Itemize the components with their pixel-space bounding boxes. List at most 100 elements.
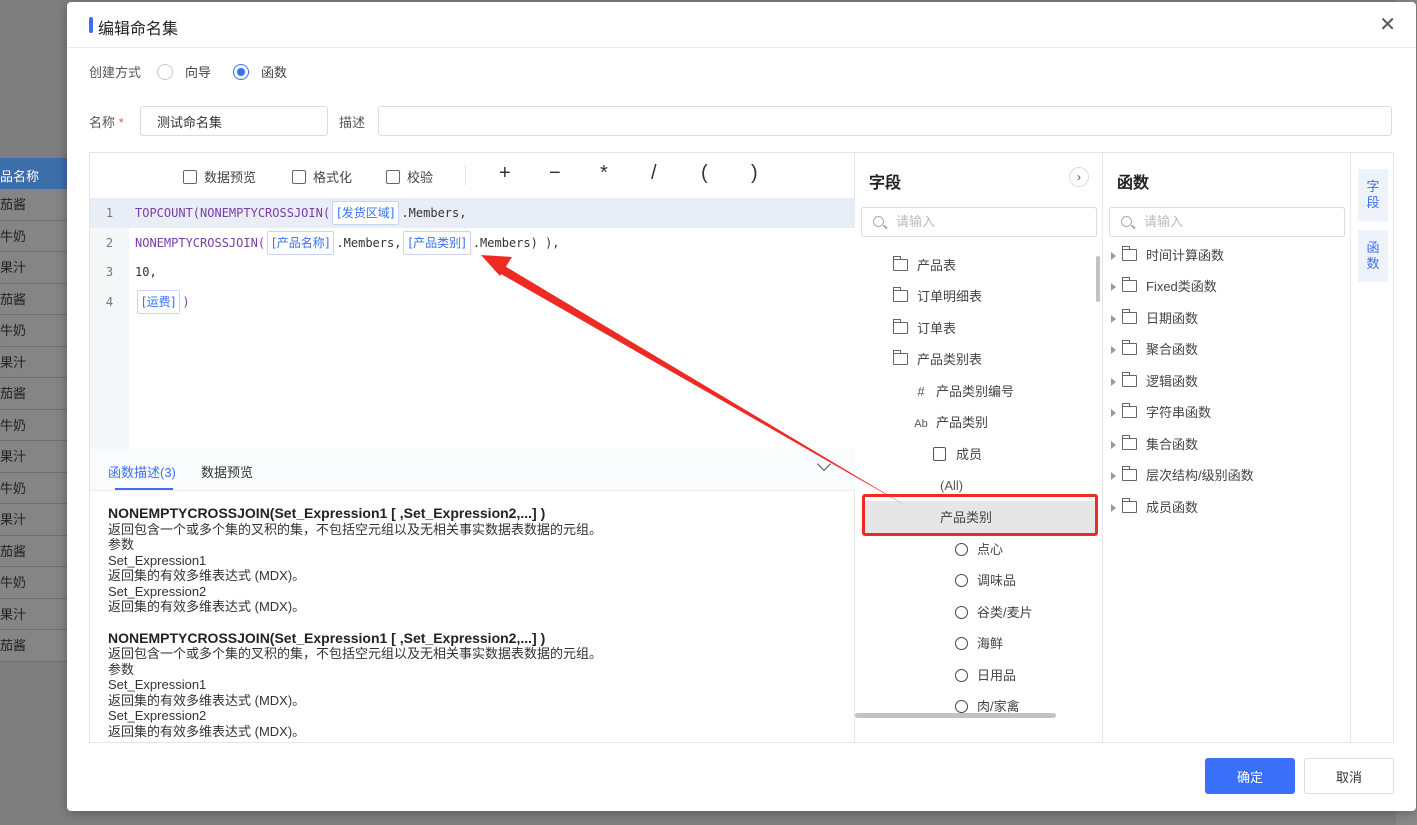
caret-right-icon <box>1111 441 1116 449</box>
plus-operator-button[interactable]: + <box>499 162 511 185</box>
folder-icon <box>1121 435 1137 450</box>
tab-data-preview[interactable]: 数据预览 <box>201 462 253 481</box>
minus-operator-button[interactable]: − <box>549 162 561 185</box>
chevron-right-icon[interactable]: › <box>1069 167 1089 187</box>
divide-operator-button[interactable]: / <box>651 162 657 185</box>
background-table-cell: 牛奶 <box>0 220 68 252</box>
tab-function-description[interactable]: 函数描述(3) <box>108 462 176 481</box>
number-field-icon: # <box>917 384 925 399</box>
background-table-cell: 茄酱 <box>0 630 68 662</box>
functions-panel-title: 函数 <box>1117 175 1150 192</box>
code-line[interactable]: 3 10, <box>90 257 855 287</box>
validate-icon <box>386 169 400 184</box>
folder-icon <box>1121 498 1137 513</box>
tree-column-item[interactable]: Ab 产品类别 <box>913 411 988 435</box>
side-tab-functions[interactable]: 函 数 <box>1358 230 1388 282</box>
validate-button[interactable]: 校验 <box>386 167 433 186</box>
code-line[interactable]: 4 [运费]) <box>90 287 855 317</box>
member-item[interactable]: 谷类/麦片 <box>955 601 1033 625</box>
side-tab-fields[interactable]: 字 段 <box>1358 169 1388 221</box>
folder-icon <box>1121 277 1137 292</box>
mode-wizard-label[interactable]: 向导 <box>185 62 211 81</box>
tree-column-item[interactable]: # 产品类别编号 <box>913 380 1014 404</box>
function-group-item[interactable]: Fixed类函数 <box>1111 275 1217 299</box>
fields-panel: 字段 › 请输入 产品表 订单明细表 订单表 产品类别表 # 产品类别编号 Ab 产… <box>855 153 1103 742</box>
ok-button[interactable]: 确定 <box>1205 758 1295 794</box>
background-table-cell: 果汁 <box>0 346 68 378</box>
function-group-item[interactable]: 日期函数 <box>1111 307 1198 331</box>
code-editor[interactable]: 1 TOPCOUNT(NONEMPTYCROSSJOIN([发货区域] .Memb… <box>90 198 855 449</box>
function-description-content: NONEMPTYCROSSJOIN(Set_Expression1 [ ,Set… <box>108 505 848 755</box>
function-group-item[interactable]: 聚合函数 <box>1111 338 1198 362</box>
code-line[interactable]: 1 TOPCOUNT(NONEMPTYCROSSJOIN([发货区域] .Memb… <box>90 198 855 228</box>
dialog-header: 编辑命名集 ✕ <box>67 2 1416 48</box>
expression-editor: 数据预览 格式化 校验 + − * / ( ) 1 TOPCOUNT(NONEM… <box>90 153 855 742</box>
function-group-item[interactable]: 集合函数 <box>1111 433 1198 457</box>
mode-function-label[interactable]: 函数 <box>261 62 287 81</box>
caret-right-icon <box>1111 252 1116 260</box>
toolbar-divider <box>465 165 466 185</box>
chevron-down-icon[interactable] <box>816 456 832 472</box>
caret-right-icon <box>1111 283 1116 291</box>
member-radio-icon <box>955 700 968 713</box>
close-paren-button[interactable]: ) <box>751 162 758 185</box>
functions-panel: 函数 请输入 时间计算函数 Fixed类函数 日期函数 聚合函数 逻辑函数 字符… <box>1103 153 1351 742</box>
folder-icon <box>892 287 908 302</box>
member-item[interactable]: 调味品 <box>955 569 1016 593</box>
fields-vertical-scrollbar[interactable] <box>1096 256 1100 302</box>
field-token[interactable]: [发货区域] <box>332 201 400 225</box>
member-item[interactable]: 点心 <box>955 538 1003 562</box>
mode-wizard-radio[interactable] <box>157 63 174 80</box>
data-preview-button[interactable]: 数据预览 <box>183 167 256 186</box>
function-group-item[interactable]: 时间计算函数 <box>1111 244 1224 268</box>
background-table-cell: 牛奶 <box>0 315 68 347</box>
tree-table-item[interactable]: 产品表 <box>892 254 956 278</box>
caret-right-icon <box>1111 346 1116 354</box>
member-item[interactable]: 海鲜 <box>955 632 1003 656</box>
tree-table-item[interactable]: 订单表 <box>892 317 956 341</box>
close-icon[interactable]: ✕ <box>1379 15 1396 35</box>
background-table-cell: 茄酱 <box>0 189 68 221</box>
background-table-cell: 牛奶 <box>0 409 68 441</box>
member-item[interactable]: 肉/家禽 <box>955 695 1020 713</box>
description-block: NONEMPTYCROSSJOIN(Set_Expression1 [ ,Set… <box>108 505 603 614</box>
tree-members-item[interactable]: 成员 <box>933 443 982 467</box>
background-table-cell: 果汁 <box>0 504 68 536</box>
code-line[interactable]: 2 NONEMPTYCROSSJOIN([产品名称] .Members, [产品类别… <box>90 228 855 258</box>
field-token-product-category[interactable]: [产品类别] <box>403 231 471 255</box>
format-button[interactable]: 格式化 <box>292 167 352 186</box>
function-group-item[interactable]: 成员函数 <box>1111 496 1198 520</box>
function-group-item[interactable]: 逻辑函数 <box>1111 370 1198 394</box>
tree-table-item[interactable]: 订单明细表 <box>892 285 982 309</box>
background-table-cell: 牛奶 <box>0 567 68 599</box>
format-icon <box>292 169 306 184</box>
cancel-button[interactable]: 取消 <box>1304 758 1394 794</box>
multiply-operator-button[interactable]: * <box>600 162 608 185</box>
field-token[interactable]: [运费] <box>137 290 181 314</box>
description-block: NONEMPTYCROSSJOIN(Set_Expression1 [ ,Set… <box>108 629 603 739</box>
expression-workspace: 数据预览 格式化 校验 + − * / ( ) 1 TOPCOUNT(NONEM… <box>89 152 1394 743</box>
search-icon <box>1121 216 1132 227</box>
fields-search-input[interactable]: 请输入 <box>861 207 1097 237</box>
search-icon <box>873 216 884 227</box>
member-radio-icon <box>955 606 968 619</box>
background-column-header: 品名称 <box>0 158 68 189</box>
caret-right-icon <box>1111 315 1116 323</box>
member-radio-icon <box>955 637 968 650</box>
caret-right-icon <box>1111 472 1116 480</box>
fields-panel-title: 字段 <box>869 175 902 192</box>
functions-search-input[interactable]: 请输入 <box>1109 207 1345 237</box>
open-paren-button[interactable]: ( <box>701 162 708 185</box>
caret-right-icon <box>1111 409 1116 417</box>
fields-horizontal-scrollbar[interactable] <box>855 713 1056 718</box>
folder-icon <box>892 256 908 271</box>
function-group-item[interactable]: 字符串函数 <box>1111 401 1211 425</box>
mode-function-radio[interactable] <box>233 63 250 80</box>
name-input[interactable] <box>140 106 328 136</box>
tree-table-item[interactable]: 产品类别表 <box>892 348 982 372</box>
field-token[interactable]: [产品名称] <box>267 231 335 255</box>
function-group-item[interactable]: 层次结构/级别函数 <box>1111 464 1254 488</box>
caret-right-icon <box>1111 378 1116 386</box>
member-item[interactable]: 日用品 <box>955 664 1016 688</box>
description-input[interactable] <box>378 106 1393 136</box>
